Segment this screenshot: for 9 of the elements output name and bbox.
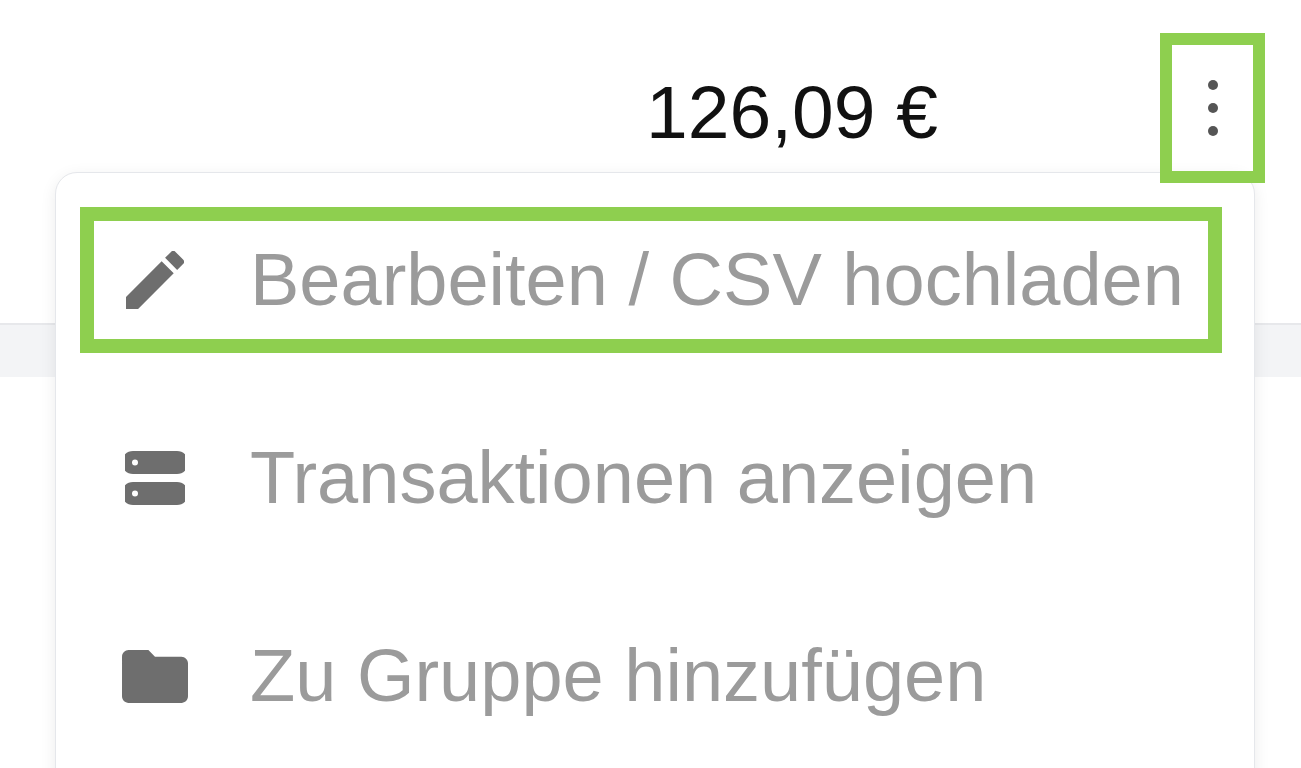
menu-item[interactable]: Transaktionen anzeigen <box>80 405 1222 551</box>
menu-item[interactable]: Zu Gruppe hinzufügen <box>80 603 1222 749</box>
pencil-icon <box>126 251 184 309</box>
menu-item[interactable]: Bearbeiten / CSV hochladen <box>80 207 1222 353</box>
server-icon <box>125 451 185 505</box>
folder-icon <box>122 649 188 703</box>
amount-text: 126,09 € <box>646 75 938 150</box>
more-icon <box>1207 80 1218 136</box>
more-button[interactable] <box>1160 33 1265 183</box>
